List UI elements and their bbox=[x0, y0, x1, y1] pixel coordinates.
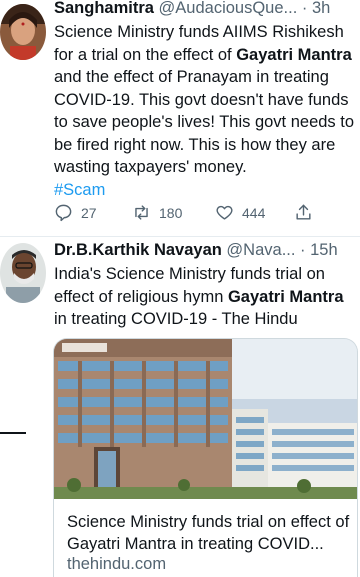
tweet-text-part: in treating COVID-19 - The Hindu bbox=[54, 310, 298, 328]
like-button[interactable]: 444 bbox=[215, 203, 265, 222]
tweet-text-part: and the effect of Pranayam in treating C… bbox=[54, 68, 355, 176]
tweet-text: India's Science Ministry funds trial on … bbox=[54, 263, 354, 331]
link-card[interactable]: Science Ministry funds trial on effect o… bbox=[53, 338, 358, 577]
tweet-text-bold: Gayatri Mantra bbox=[236, 45, 352, 64]
reply-count: 27 bbox=[81, 204, 97, 221]
tweet-header: Dr.B.Karthik Navayan @Nava... · 15h bbox=[54, 241, 338, 260]
tweet-header: Sanghamitra @AudaciousQue... · 3h bbox=[54, 0, 330, 18]
share-icon bbox=[296, 204, 311, 220]
avatar[interactable] bbox=[0, 243, 46, 303]
reply-icon bbox=[55, 204, 72, 222]
retweet-button[interactable]: 180 bbox=[132, 203, 182, 222]
avatar[interactable] bbox=[0, 4, 46, 60]
timestamp[interactable]: · 15h bbox=[300, 241, 338, 259]
like-count: 444 bbox=[242, 204, 266, 221]
share-button[interactable] bbox=[294, 203, 313, 222]
display-name[interactable]: Dr.B.Karthik Navayan bbox=[54, 241, 222, 259]
handle[interactable]: @Nava... bbox=[226, 241, 295, 259]
tweet-actions: 27 180 444 bbox=[54, 200, 344, 226]
handle[interactable]: @AudaciousQue... bbox=[159, 0, 298, 17]
card-image bbox=[54, 339, 357, 499]
tweet-text-bold: Gayatri Mantra bbox=[227, 287, 344, 306]
tweet[interactable]: Sanghamitra @AudaciousQue... · 3h Scienc… bbox=[0, 0, 360, 234]
hashtag-link[interactable]: #Scam bbox=[54, 179, 358, 202]
reply-button[interactable]: 27 bbox=[54, 203, 97, 222]
timestamp[interactable]: · 3h bbox=[302, 0, 330, 17]
like-icon bbox=[216, 205, 233, 220]
card-domain: thehindu.com bbox=[67, 555, 167, 573]
retweet-count: 180 bbox=[159, 204, 183, 221]
retweet-icon bbox=[135, 205, 148, 220]
card-title: Science Ministry funds trial on effect o… bbox=[67, 513, 350, 553]
display-name[interactable]: Sanghamitra bbox=[54, 0, 154, 17]
divider-mark bbox=[0, 432, 26, 434]
tweet-text: Science Ministry funds AIIMS Rishikesh f… bbox=[54, 21, 358, 201]
